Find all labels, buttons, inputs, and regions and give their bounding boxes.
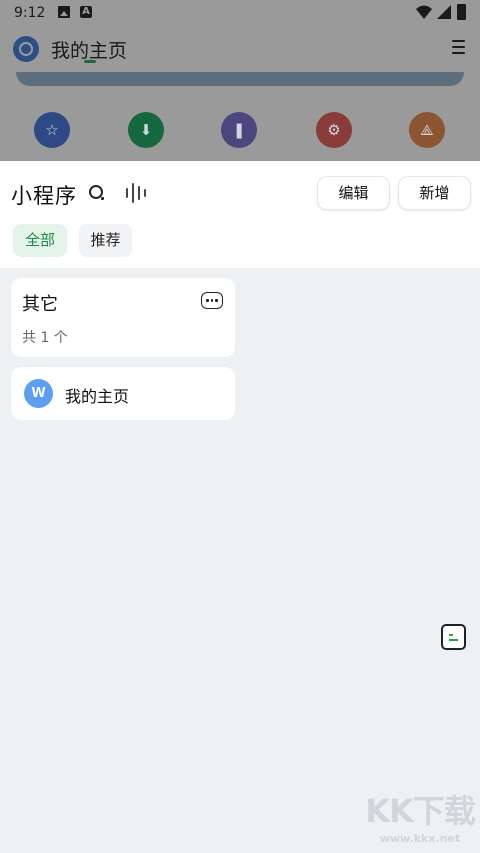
search-icon[interactable] [89, 185, 105, 201]
app-logo-icon [13, 36, 39, 62]
menu-icon[interactable] [452, 40, 465, 56]
tab-all[interactable]: 全部 [13, 224, 67, 257]
voice-icon[interactable] [126, 183, 148, 203]
battery-icon [457, 4, 466, 20]
title-underline [84, 60, 96, 63]
footprint-icon[interactable]: ❚ [221, 112, 257, 148]
settings-icon[interactable]: ⚙ [316, 112, 352, 148]
floating-note-button[interactable] [441, 624, 466, 650]
add-button[interactable]: 新增 [399, 177, 470, 209]
watermark: KK下载 www.kkx.net [360, 793, 480, 845]
more-icon[interactable] [201, 292, 223, 309]
mini-program-name: 我的主页 [65, 387, 130, 406]
star-icon[interactable]: ☆ [34, 112, 70, 148]
sheet-title: 小程序 [11, 184, 77, 208]
wifi-icon [416, 5, 432, 19]
group-card[interactable]: 其它 共 1 个 [11, 278, 235, 357]
mini-program-sheet: 小程序 编辑 新增 全部 推荐 其它 共 1 个 W 我的主页 KK下载 www… [0, 161, 480, 853]
list-item[interactable]: W 我的主页 [11, 367, 235, 420]
mini-program-logo-icon: W [24, 379, 53, 408]
share-icon[interactable]: ⟁ [409, 112, 445, 148]
watermark-logo: KK下载 [365, 792, 476, 830]
gallery-icon [58, 6, 70, 18]
background-app: 我的主页 ☆ ⬇ ❚ ⚙ ⟁ [0, 26, 480, 161]
download-icon[interactable]: ⬇ [128, 112, 164, 148]
edit-button[interactable]: 编辑 [318, 177, 389, 209]
signal-icon [437, 5, 451, 19]
banner [16, 72, 464, 86]
status-time: 9:12 [14, 5, 46, 21]
watermark-url: www.kkx.net [379, 832, 461, 845]
status-bar: 9:12 A [0, 0, 480, 26]
a-icon: A [80, 6, 92, 18]
app-title: 我的主页 [51, 40, 128, 62]
group-name: 其它 [22, 294, 58, 315]
sheet-header: 小程序 编辑 新增 全部 推荐 [0, 161, 480, 268]
tab-recommended[interactable]: 推荐 [79, 224, 132, 257]
group-count: 共 1 个 [22, 330, 68, 346]
